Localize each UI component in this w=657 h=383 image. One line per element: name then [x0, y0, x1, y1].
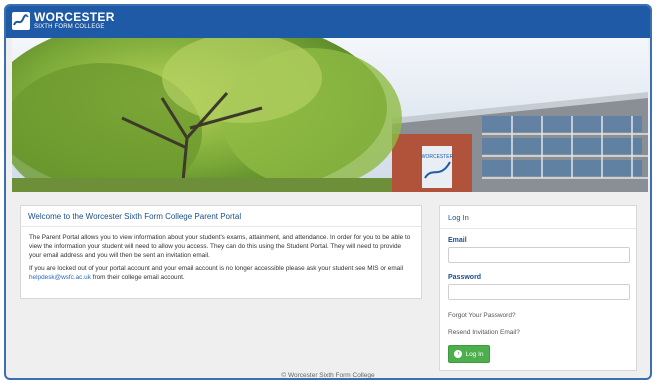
welcome-paragraph-2-text: If you are locked out of your portal acc…: [29, 265, 404, 272]
login-panel: Log In Email Password Forgot Your Passwo…: [439, 205, 637, 371]
college-logo-icon: [12, 11, 30, 30]
welcome-paragraph-2: If you are locked out of your portal acc…: [21, 264, 421, 282]
welcome-title: Welcome to the Worcester Sixth Form Coll…: [21, 206, 421, 227]
footer-copyright: © Worcester Sixth Form College: [281, 372, 375, 379]
login-arrow-icon: ›: [454, 350, 463, 358]
welcome-paragraph-1: The Parent Portal allows you to view inf…: [29, 234, 411, 259]
email-label: Email: [448, 237, 467, 244]
forgot-password-link[interactable]: Forgot Your Password?: [448, 312, 516, 319]
top-header-bar: WORCESTER SIXTH FORM COLLEGE: [6, 6, 650, 38]
login-title: Log In: [440, 206, 636, 229]
login-button[interactable]: › Log In: [448, 345, 490, 363]
college-logo[interactable]: WORCESTER SIXTH FORM COLLEGE: [12, 11, 115, 30]
helpdesk-email-link[interactable]: helpdesk@wsfc.ac.uk: [29, 274, 91, 281]
building-sign-text: WORCESTER: [421, 154, 454, 160]
logo-subtitle: SIXTH FORM COLLEGE: [34, 24, 105, 30]
page-frame: WORCESTER SIXTH FORM COLLEGE WORCESTER W…: [4, 4, 652, 380]
password-field[interactable]: [448, 284, 630, 300]
password-label: Password: [448, 274, 482, 281]
email-field[interactable]: [448, 247, 630, 263]
welcome-paragraph-2-end: from their college email account.: [90, 274, 185, 281]
hero-image: WORCESTER: [12, 38, 648, 192]
welcome-panel: Welcome to the Worcester Sixth Form Coll…: [20, 205, 422, 299]
resend-invitation-link[interactable]: Resend Invitation Email?: [448, 329, 520, 336]
logo-title: WORCESTER: [34, 10, 115, 24]
login-button-label: Log In: [465, 350, 484, 358]
